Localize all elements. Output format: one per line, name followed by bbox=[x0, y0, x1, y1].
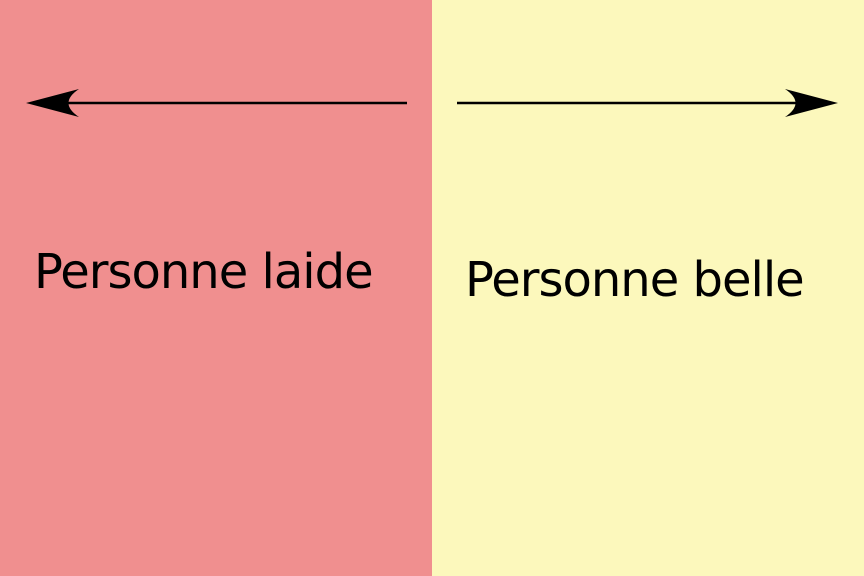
diagram: Personne laide Personne belle bbox=[0, 0, 864, 576]
label-beautiful-person: Personne belle bbox=[465, 252, 805, 308]
right-panel: Personne belle bbox=[432, 0, 864, 576]
left-panel: Personne laide bbox=[0, 0, 432, 576]
label-ugly-person: Personne laide bbox=[34, 244, 374, 300]
arrow-left-icon bbox=[0, 86, 432, 120]
arrow-right-icon bbox=[432, 86, 864, 120]
